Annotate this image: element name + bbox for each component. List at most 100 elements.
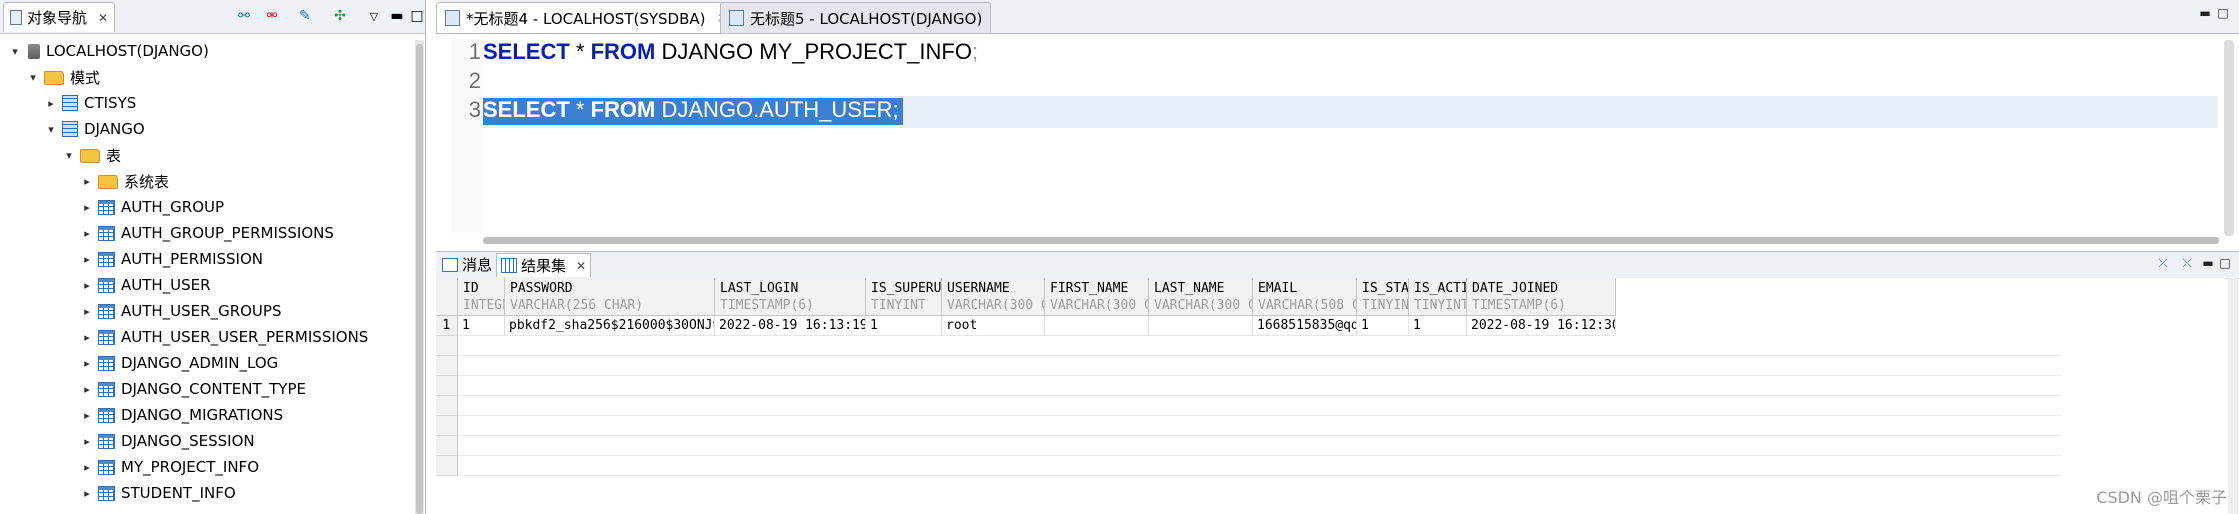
tree-item[interactable]: ▸ 系统表 bbox=[80, 168, 169, 194]
tree-item-label: 系统表 bbox=[124, 172, 170, 191]
database-icon bbox=[28, 43, 40, 59]
column-name: EMAIL bbox=[1258, 281, 1298, 296]
grid-corner[interactable] bbox=[436, 278, 458, 316]
connect-icon[interactable]: ⚯ bbox=[234, 6, 254, 26]
tree-item[interactable]: ▾ 模式 bbox=[26, 64, 100, 90]
tree-item[interactable]: ▸ DJANGO_CONTENT_TYPE bbox=[80, 376, 306, 402]
row-number[interactable] bbox=[436, 336, 458, 356]
column-header[interactable]: IS_ACTIVE TINYINT bbox=[1409, 278, 1467, 316]
editor-vertical-scrollbar[interactable] bbox=[2224, 40, 2234, 236]
chevron-right-icon[interactable]: ▸ bbox=[80, 201, 94, 214]
minimize-icon[interactable]: ▬ bbox=[387, 6, 407, 26]
table-cell[interactable] bbox=[1045, 316, 1149, 336]
table-cell[interactable]: 1 bbox=[1357, 316, 1409, 336]
chevron-right-icon[interactable]: ▸ bbox=[80, 383, 94, 396]
row-number[interactable] bbox=[436, 396, 458, 416]
tree-item[interactable]: ▸ AUTH_USER_USER_PERMISSIONS bbox=[80, 324, 368, 350]
minimize-icon[interactable]: ▬ bbox=[2201, 256, 2215, 270]
view-menu-icon[interactable]: ▽ bbox=[364, 6, 384, 26]
table-cell[interactable]: 2022-08-19 16:13:19.267230 bbox=[715, 316, 866, 336]
tree-item[interactable]: ▸ AUTH_PERMISSION bbox=[80, 246, 263, 272]
row-number[interactable] bbox=[436, 456, 458, 476]
tree-item[interactable]: ▾ DJANGO bbox=[44, 116, 144, 142]
tab-result-set[interactable]: 结果集 ✕ bbox=[496, 253, 592, 277]
tree-item[interactable]: ▸ AUTH_USER bbox=[80, 272, 210, 298]
chevron-right-icon[interactable]: ▸ bbox=[80, 487, 94, 500]
table-cell[interactable]: pbkdf2_sha256$216000$30ONJv1DzX0r$... bbox=[505, 316, 715, 336]
tree-item[interactable]: ▸ AUTH_GROUP bbox=[80, 194, 224, 220]
editor-horizontal-scrollbar[interactable] bbox=[483, 237, 2219, 244]
sql-editor[interactable] bbox=[436, 34, 2239, 242]
collapse-icon[interactable]: ⤬ bbox=[2180, 256, 2194, 270]
disconnect-icon[interactable]: ⚮ bbox=[262, 6, 282, 26]
tree-item[interactable]: ▸ AUTH_GROUP_PERMISSIONS bbox=[80, 220, 334, 246]
table-icon bbox=[98, 225, 115, 241]
column-header[interactable]: IS_STAFF TINYINT bbox=[1357, 278, 1409, 316]
table-cell[interactable]: 1 bbox=[1409, 316, 1467, 336]
chevron-right-icon[interactable]: ▸ bbox=[80, 253, 94, 266]
chevron-right-icon[interactable]: ▸ bbox=[80, 461, 94, 474]
maximize-icon[interactable]: □ bbox=[2216, 6, 2230, 20]
tab-object-navigator[interactable]: 对象导航 ✕ bbox=[3, 2, 116, 32]
tab-untitled4[interactable]: *无标题4 - LOCALHOST(SYSDBA) ✕ bbox=[436, 2, 737, 33]
column-type: TIMESTAMP(6) bbox=[1472, 298, 1566, 313]
navigator-scrollbar-thumb[interactable] bbox=[416, 44, 423, 514]
table-cell[interactable]: 2022-08-19 16:12:30.703971 bbox=[1467, 316, 1616, 336]
table-cell[interactable]: 1 bbox=[866, 316, 942, 336]
column-header[interactable]: PASSWORD VARCHAR(256 CHAR) bbox=[505, 278, 715, 316]
chevron-down-icon[interactable]: ▾ bbox=[26, 71, 40, 84]
close-icon[interactable]: ✕ bbox=[576, 259, 586, 273]
column-header[interactable]: DATE_JOINED TIMESTAMP(6) bbox=[1467, 278, 1616, 316]
chevron-right-icon[interactable]: ▸ bbox=[44, 97, 58, 110]
chevron-right-icon[interactable]: ▸ bbox=[80, 175, 94, 188]
column-header[interactable]: EMAIL VARCHAR(508 CHAR) bbox=[1253, 278, 1357, 316]
column-header[interactable]: ID INTEGER bbox=[458, 278, 505, 316]
row-number[interactable] bbox=[436, 376, 458, 396]
chevron-right-icon[interactable]: ▸ bbox=[80, 227, 94, 240]
table-cell[interactable]: 1 bbox=[458, 316, 505, 336]
column-header[interactable]: LAST_NAME VARCHAR(300 CHAR) bbox=[1149, 278, 1253, 316]
grid-vertical-scrollbar[interactable] bbox=[2228, 278, 2238, 514]
tree-item[interactable]: ▸ AUTH_USER_GROUPS bbox=[80, 298, 281, 324]
minimize-icon[interactable]: ▬ bbox=[2198, 6, 2212, 20]
column-header[interactable]: IS_SUPERUSER TINYINT bbox=[866, 278, 942, 316]
chevron-right-icon[interactable]: ▸ bbox=[80, 357, 94, 370]
row-number[interactable] bbox=[436, 436, 458, 456]
chevron-right-icon[interactable]: ▸ bbox=[80, 331, 94, 344]
chevron-right-icon[interactable]: ▸ bbox=[80, 409, 94, 422]
chevron-down-icon[interactable]: ▾ bbox=[62, 149, 76, 162]
code-line-3[interactable]: SELECT * FROM DJANGO.AUTH_USER; bbox=[483, 97, 899, 123]
code-line-1[interactable]: SELECT * FROM DJANGO MY_PROJECT_INFO; bbox=[483, 39, 978, 65]
tree-item[interactable]: ▸ DJANGO_ADMIN_LOG bbox=[80, 350, 278, 376]
chevron-right-icon[interactable]: ▸ bbox=[80, 435, 94, 448]
tree-item[interactable]: ▸ DJANGO_SESSION bbox=[80, 428, 254, 454]
edit-icon[interactable]: ✎ bbox=[295, 6, 315, 26]
table-cell[interactable]: root bbox=[942, 316, 1045, 336]
row-number[interactable] bbox=[436, 356, 458, 376]
row-number[interactable]: 1 bbox=[436, 316, 458, 336]
close-icon[interactable]: ✕ bbox=[98, 11, 108, 25]
refresh-icon[interactable]: ✣ bbox=[330, 6, 350, 26]
table-cell[interactable] bbox=[1149, 316, 1253, 336]
chevron-down-icon[interactable]: ▾ bbox=[8, 45, 22, 58]
tree-item[interactable]: ▸ MY_PROJECT_INFO bbox=[80, 454, 259, 480]
chevron-right-icon[interactable]: ▸ bbox=[80, 279, 94, 292]
tree-item[interactable]: ▾ 表 bbox=[62, 142, 121, 168]
tab-messages[interactable]: 消息 bbox=[438, 253, 496, 276]
row-number[interactable] bbox=[436, 416, 458, 436]
maximize-icon[interactable]: □ bbox=[407, 6, 427, 26]
table-cell[interactable]: 1668515835@qq.com bbox=[1253, 316, 1357, 336]
column-header[interactable]: FIRST_NAME VARCHAR(300 CHAR) bbox=[1045, 278, 1149, 316]
tree-item-label: MY_PROJECT_INFO bbox=[121, 458, 259, 476]
maximize-icon[interactable]: □ bbox=[2218, 256, 2232, 270]
tree-item[interactable]: ▾ LOCALHOST(DJANGO) bbox=[8, 38, 209, 64]
chevron-right-icon[interactable]: ▸ bbox=[80, 305, 94, 318]
tree-item[interactable]: ▸ DJANGO_MIGRATIONS bbox=[80, 402, 283, 428]
tab-untitled5[interactable]: 无标题5 - LOCALHOST(DJANGO) bbox=[720, 2, 992, 33]
restore-icon[interactable]: ⤫ bbox=[2156, 256, 2170, 270]
column-header[interactable]: USERNAME VARCHAR(300 CHAR) bbox=[942, 278, 1045, 316]
column-header[interactable]: LAST_LOGIN TIMESTAMP(6) bbox=[715, 278, 866, 316]
chevron-down-icon[interactable]: ▾ bbox=[44, 123, 58, 136]
tree-item[interactable]: ▸ CTISYS bbox=[44, 90, 136, 116]
tree-item[interactable]: ▸ STUDENT_INFO bbox=[80, 480, 235, 506]
